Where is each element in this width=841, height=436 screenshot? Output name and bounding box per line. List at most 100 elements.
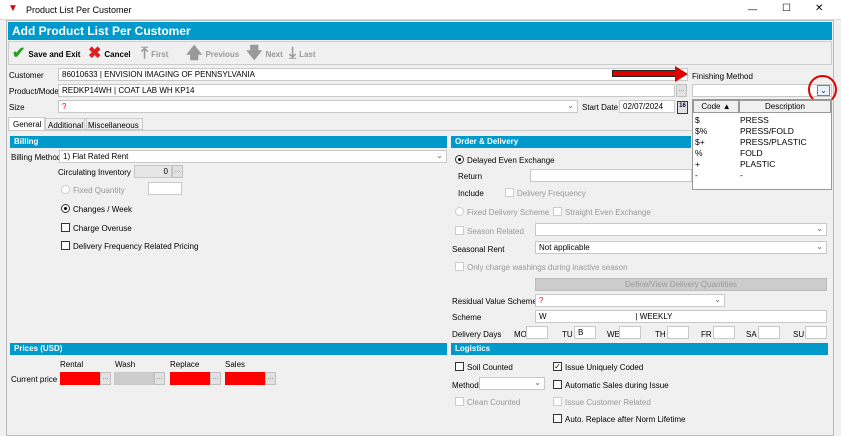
start-date-input[interactable]: 02/07/2024 [619,100,675,113]
chevron-down-icon: ⌄ [436,151,443,160]
scheme-input[interactable]: W | WEEKLY [535,310,827,323]
close-button[interactable]: ✕ [815,3,823,14]
clean-counted-checkbox[interactable] [455,397,464,406]
day-input-su[interactable] [805,326,827,339]
first-button[interactable]: ⤒ First [141,46,168,62]
delayed-exchange-radio[interactable] [455,155,464,164]
finishing-option[interactable]: $+ PRESS/PLASTIC [693,137,831,148]
auto-replace-label: Auto. Replace after Norm Lifetime [565,415,686,424]
delivery-frequency-pricing-checkbox[interactable] [61,241,70,250]
day-input-tu[interactable]: B [574,326,596,339]
seasonal-rent-select[interactable]: Not applicable ⌄ [535,241,827,254]
size-select[interactable]: ? ⌄ [58,100,578,113]
product-input[interactable]: REDKP14WH | COAT LAB WH KP14 [58,84,675,97]
only-charge-checkbox[interactable] [455,262,464,271]
fixed-quantity-input[interactable] [148,182,182,195]
minimize-button[interactable]: — [748,4,757,14]
day-input-we[interactable] [619,326,641,339]
straight-exchange-label: Straight Even Exchange [565,208,651,217]
define-delivery-quantities-button[interactable]: Define/View Delivery Quantities [535,278,827,291]
previous-button[interactable]: 🡅 Previous [186,46,239,62]
auto-replace-checkbox[interactable] [553,414,562,423]
include-label: Include [458,189,484,198]
red-arrow-annotation [612,70,676,77]
billing-method-select[interactable]: 1) Flat Rated Rent ⌄ [59,150,447,163]
issue-uniquely-coded-checkbox[interactable]: ✓ [553,362,562,371]
day-input-sa[interactable] [758,326,780,339]
window-title: Product List Per Customer [26,5,132,15]
automatic-sales-checkbox[interactable] [553,380,562,389]
delivery-frequency-label: Delivery Frequency [517,189,586,198]
day-input-mo[interactable] [526,326,548,339]
day-label-fr: FR [701,330,712,339]
calendar-icon[interactable]: 16 [677,101,688,114]
wash-price-input[interactable] [114,372,154,385]
seasonal-rent-value: Not applicable [539,243,590,252]
circulating-inventory-input[interactable]: 0 [134,165,172,178]
soil-counted-label: Soil Counted [467,363,513,372]
next-button[interactable]: 🡇 Next [246,46,283,62]
return-label: Return [458,172,483,181]
delivery-frequency-checkbox[interactable] [505,188,514,197]
size-label: Size [9,103,25,112]
cancel-button[interactable]: ✖ Cancel [88,46,131,62]
finishing-option[interactable]: -- [693,170,831,181]
fixed-quantity-radio[interactable] [61,185,70,194]
straight-exchange-checkbox[interactable] [553,207,562,216]
charge-overuse-checkbox[interactable] [61,223,70,232]
tab-miscellaneous[interactable]: Miscellaneous [84,118,143,130]
chevron-down-icon: ⌄ [714,295,721,304]
finishing-option[interactable]: + PLASTIC [693,159,831,170]
save-exit-button[interactable]: ✔ Save and Exit [12,46,80,62]
method-select[interactable]: ⌄ [479,377,545,390]
code-column-header[interactable]: Code ▲ [693,100,739,113]
previous-label: Previous [205,49,240,59]
delivery-frequency-pricing-label: Delivery Frequency Related Pricing [73,242,199,251]
scheme-label: Scheme [452,313,482,322]
sales-price-input[interactable] [225,372,265,385]
first-label: First [151,49,169,59]
product-lookup-button[interactable]: ... [676,84,687,97]
billing-method-label: Billing Method [11,153,62,162]
option-code: + [695,159,700,169]
fixed-delivery-scheme-radio[interactable] [455,207,464,216]
residual-value-select[interactable]: ? ⌄ [535,294,725,307]
last-button[interactable]: ⤓ Last [289,46,316,62]
changes-week-radio[interactable] [61,204,70,213]
replace-label: Replace [170,360,200,369]
circulating-inventory-button[interactable]: ... [172,165,183,178]
description-column-header[interactable]: Description [739,100,831,113]
fixed-quantity-label: Fixed Quantity [73,186,125,195]
prices-header: Prices (USD) [10,343,447,355]
day-label-th: TH [655,330,666,339]
rental-price-input[interactable] [60,372,100,385]
replace-price-input[interactable] [170,372,210,385]
season-related-checkbox[interactable] [455,226,464,235]
issue-uniquely-coded-label: Issue Uniquely Coded [565,363,644,372]
wash-label: Wash [115,360,136,369]
method-label: Method [452,381,479,390]
next-label: Next [265,49,283,59]
day-input-th[interactable] [667,326,689,339]
finishing-option[interactable]: $ PRESS [693,115,831,126]
season-related-select[interactable]: ⌄ [535,223,827,236]
order-delivery-header: Order & Delivery [451,136,691,148]
finishing-option[interactable]: % FOLD [693,148,831,159]
option-description: - [740,170,743,180]
sales-price-button[interactable]: ... [265,372,276,385]
billing-header: Billing [10,136,447,148]
issue-customer-related-checkbox[interactable] [553,397,562,406]
customer-input[interactable]: 86010633 | ENVISION IMAGING OF PENNSYLVA… [58,68,688,81]
maximize-button[interactable]: ☐ [782,3,791,14]
finishing-option[interactable]: $% PRESS/FOLD [693,126,831,137]
return-input[interactable] [530,169,692,182]
red-arrow-head [675,66,688,82]
tab-additional[interactable]: Additional [44,118,88,130]
rental-price-button[interactable]: ... [100,372,111,385]
day-input-fr[interactable] [713,326,735,339]
soil-counted-checkbox[interactable] [455,362,464,371]
replace-price-button[interactable]: ... [210,372,221,385]
tab-general[interactable]: General [8,117,47,130]
wash-price-button[interactable]: ... [154,372,165,385]
chevron-down-icon: ⌄ [816,224,823,233]
